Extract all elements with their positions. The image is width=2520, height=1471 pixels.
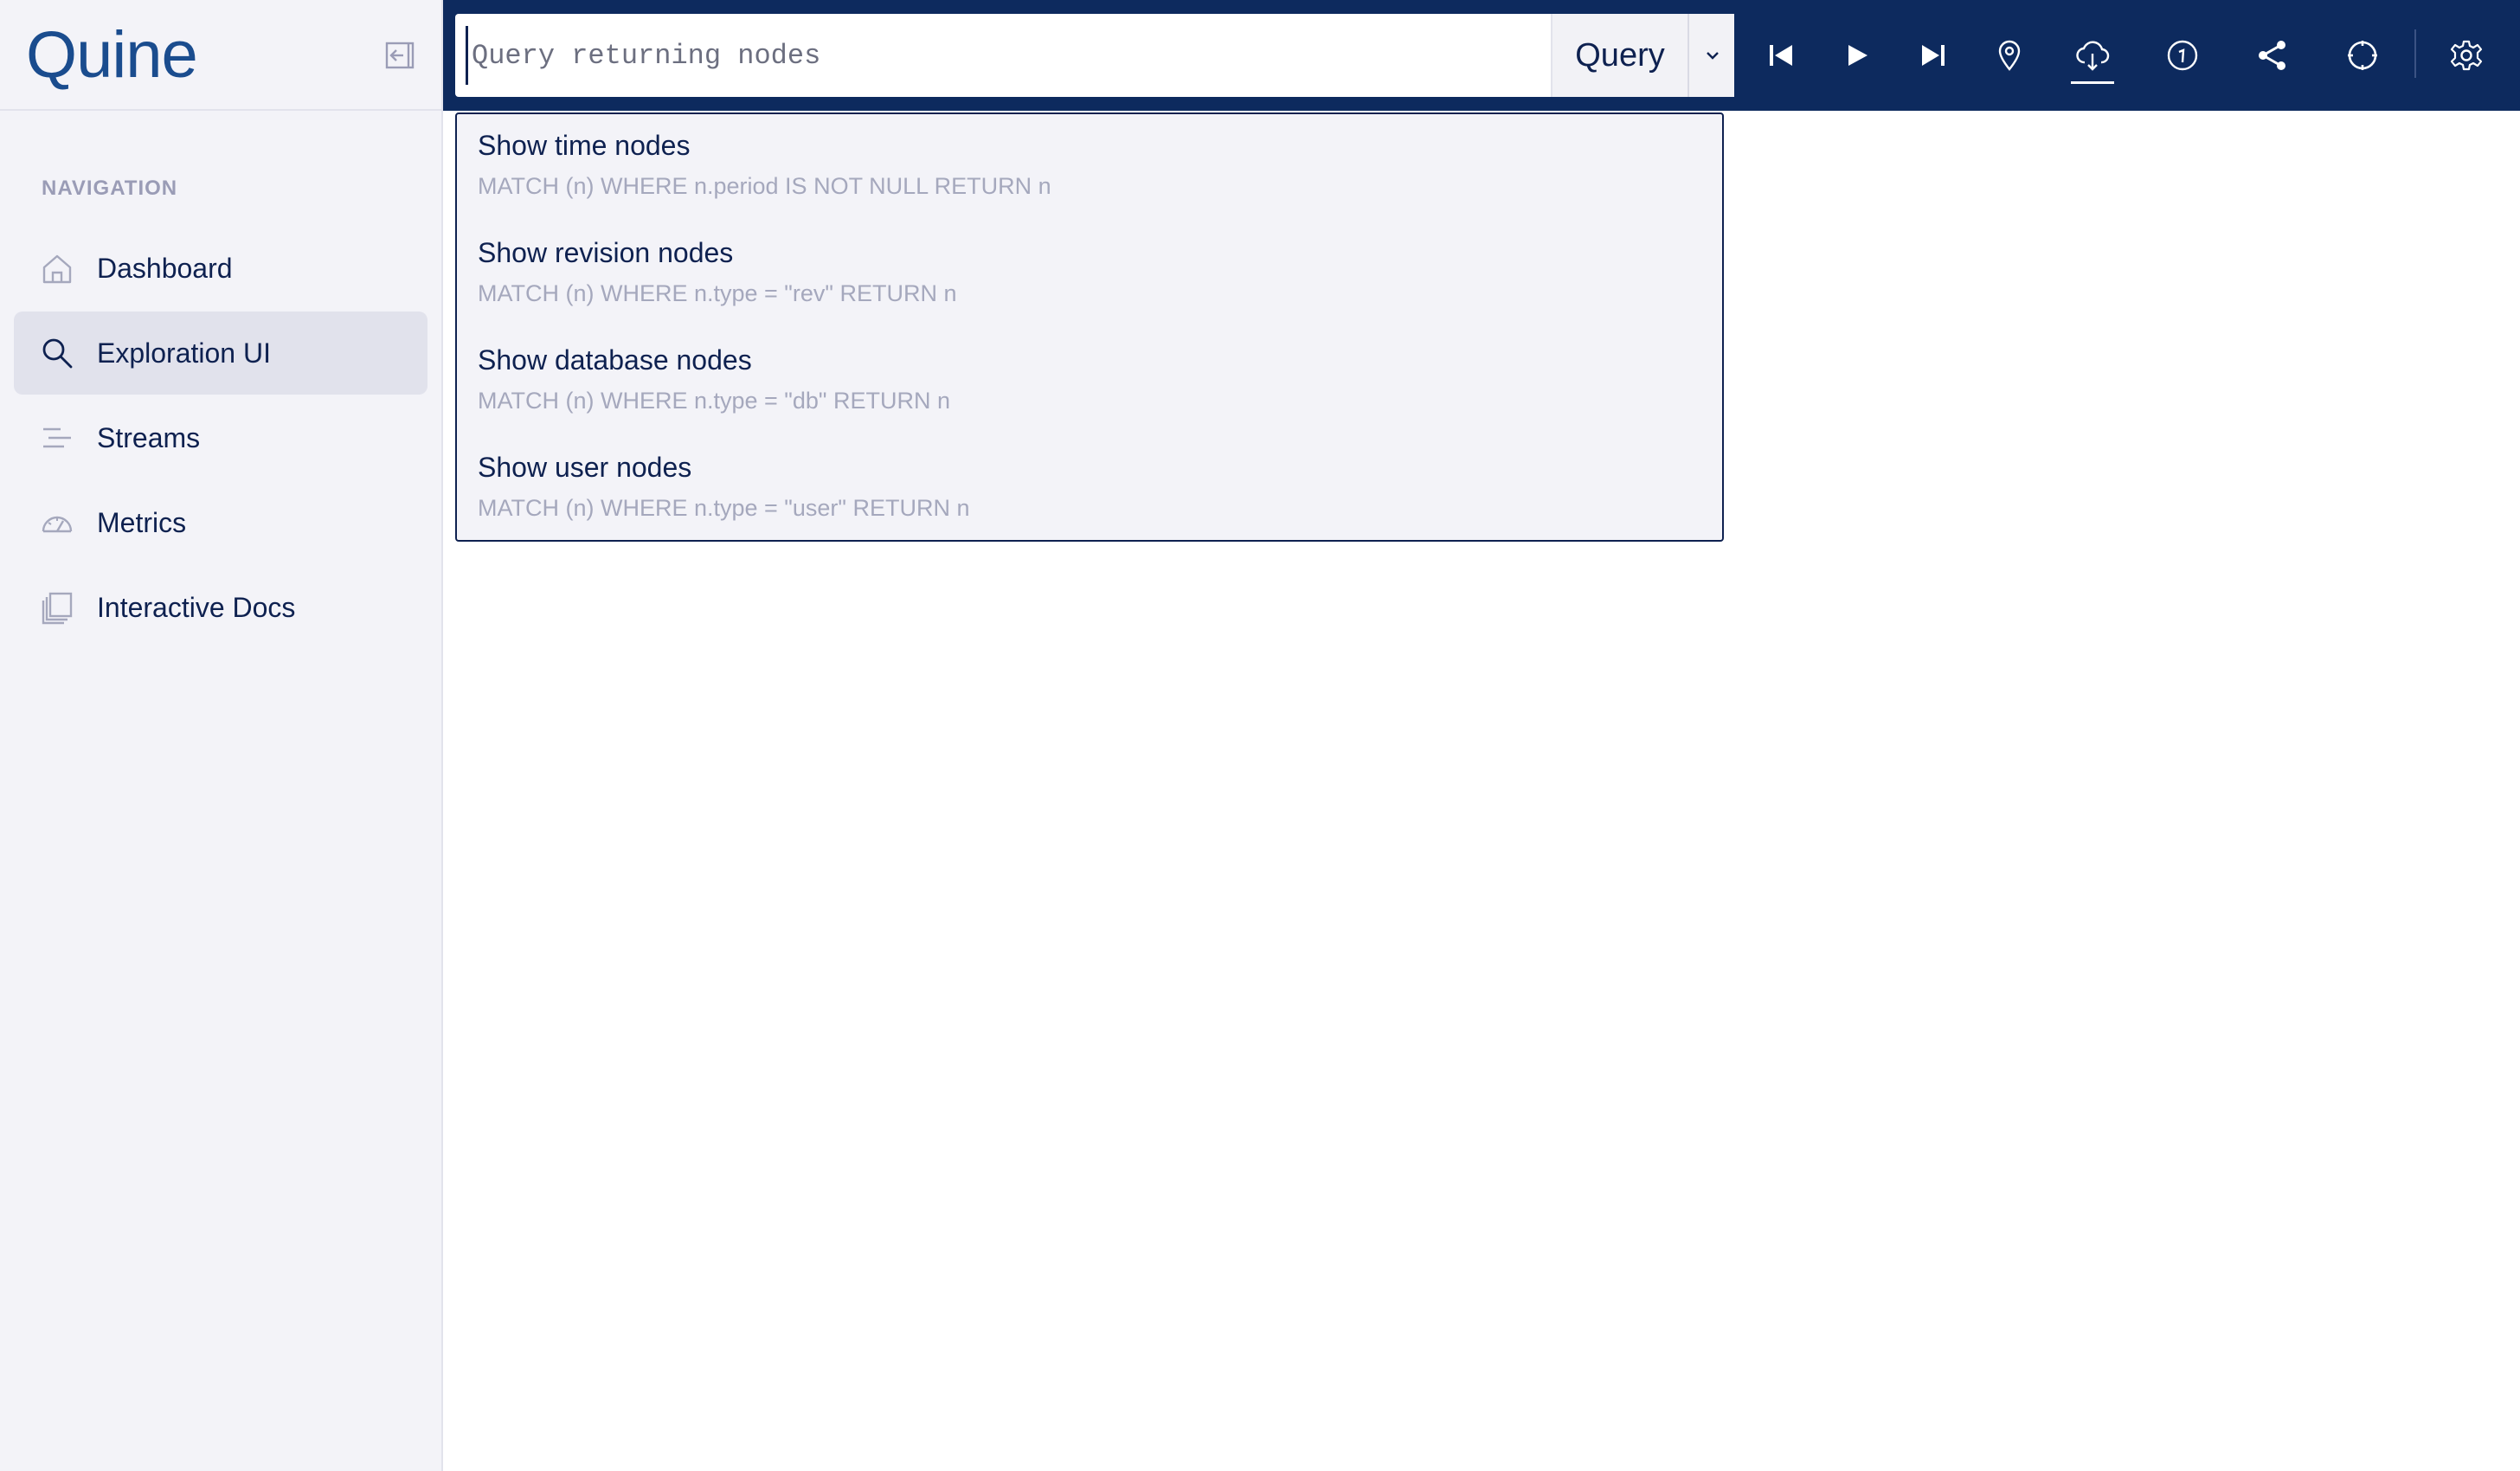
recenter-button[interactable] (2338, 31, 2387, 80)
cloud-download-icon (2076, 41, 2110, 71)
sidebar-item-interactive-docs[interactable]: Interactive Docs (14, 566, 428, 649)
sidebar-item-exploration-ui[interactable]: Exploration UI (14, 312, 428, 395)
suggestion-title: Show time nodes (478, 130, 691, 161)
gauge-icon (42, 516, 73, 533)
docs-icon (42, 592, 73, 625)
toolbar-divider (2414, 29, 2416, 78)
suggestion-query: MATCH (n) WHERE n.period IS NOT NULL RET… (478, 173, 1051, 199)
pin-button[interactable] (1985, 31, 2034, 80)
sidebar-header: Quine (0, 0, 441, 111)
info-icon (2167, 40, 2198, 71)
collapse-sidebar-icon (385, 42, 415, 69)
suggestion-title: Show user nodes (478, 452, 692, 483)
suggestion-query: MATCH (n) WHERE n.type = "user" RETURN n (478, 495, 970, 521)
home-icon (42, 254, 72, 284)
suggestion-item[interactable]: Show database nodes MATCH (n) WHERE n.ty… (457, 329, 1722, 436)
skip-forward-button[interactable] (1909, 31, 1958, 80)
suggestion-title: Show revision nodes (478, 237, 734, 268)
query-button[interactable]: Query (1551, 14, 1688, 97)
query-suggestions-dropdown: Show time nodes MATCH (n) WHERE n.period… (455, 112, 1724, 542)
streams-icon (43, 427, 71, 448)
download-button[interactable] (2068, 31, 2117, 84)
sidebar-item-label: Dashboard (97, 253, 233, 284)
suggestion-item[interactable]: Show time nodes MATCH (n) WHERE n.period… (457, 114, 1722, 222)
sidebar-item-streams[interactable]: Streams (14, 396, 428, 479)
topbar: Query (443, 0, 2520, 111)
share-icon (2259, 41, 2285, 70)
play-icon (1848, 45, 1868, 66)
pin-icon (1998, 40, 2021, 71)
info-button[interactable] (2158, 31, 2207, 80)
chevron-down-icon (1707, 52, 1719, 60)
skip-back-icon (1770, 45, 1792, 66)
search-icon (42, 338, 73, 369)
query-options-button[interactable] (1688, 14, 1734, 97)
share-button[interactable] (2248, 31, 2297, 80)
suggestion-item[interactable]: Show user nodes MATCH (n) WHERE n.type =… (457, 436, 1722, 543)
play-button[interactable] (1833, 31, 1881, 80)
sidebar-item-label: Metrics (97, 507, 187, 538)
sidebar-item-label: Streams (97, 422, 201, 453)
recenter-icon (2348, 41, 2377, 70)
sidebar-item-label: Interactive Docs (97, 592, 296, 623)
sidebar: Quine NAVIGATION Dashboard Exploration U… (0, 0, 443, 1471)
nav-heading: NAVIGATION (42, 177, 178, 200)
query-bar: Query (455, 14, 1734, 97)
skip-forward-icon (1922, 45, 1945, 66)
suggestion-query: MATCH (n) WHERE n.type = "db" RETURN n (478, 388, 951, 414)
suggestion-title: Show database nodes (478, 344, 752, 376)
suggestion-item[interactable]: Show revision nodes MATCH (n) WHERE n.ty… (457, 222, 1722, 329)
settings-icon (2450, 40, 2483, 71)
collapse-sidebar-button[interactable] (384, 40, 415, 71)
settings-button[interactable] (2442, 31, 2491, 80)
sidebar-item-label: Exploration UI (97, 337, 271, 369)
sidebar-item-metrics[interactable]: Metrics (14, 481, 428, 564)
app-logo[interactable]: Quine (26, 17, 198, 93)
suggestion-query: MATCH (n) WHERE n.type = "rev" RETURN n (478, 280, 957, 306)
active-underline (2071, 81, 2114, 84)
sidebar-item-dashboard[interactable]: Dashboard (14, 227, 428, 310)
query-input[interactable] (466, 26, 1532, 85)
skip-back-button[interactable] (1757, 31, 1805, 80)
